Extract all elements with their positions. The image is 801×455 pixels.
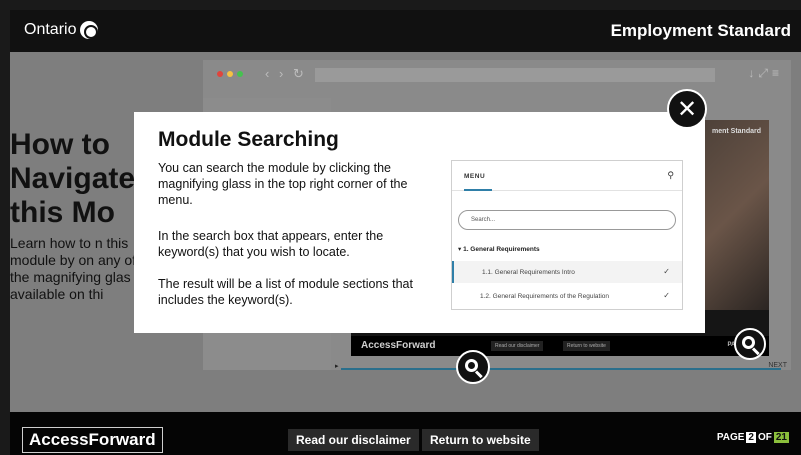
check-icon: ✓ <box>663 267 670 276</box>
dialog-paragraph: In the search box that appears, enter th… <box>158 229 384 259</box>
module-searching-dialog: Module Searching You can search the modu… <box>134 112 705 333</box>
forward-icon: › <box>279 66 284 81</box>
menu-item-label: 1.1. General Requirements Intro <box>482 269 575 276</box>
menu-search-box: Search... <box>458 210 676 230</box>
reload-icon: ↻ <box>293 66 304 81</box>
demo-footer: AccessForward Read our disclaimer Return… <box>351 336 769 356</box>
course-title: Employment Standard <box>610 21 791 40</box>
page-prefix: PAGE <box>716 432 745 443</box>
page-description: Learn how to n this module by on any of … <box>10 235 137 302</box>
menu-tab-underline <box>464 189 492 191</box>
page-indicator: PAGE 2 OF 21 <box>717 432 789 443</box>
dialog-paragraph: The result will be a list of module sect… <box>158 277 413 307</box>
demo-brand: AccessForward <box>361 340 436 351</box>
address-bar <box>315 68 715 82</box>
demo-return-button: Return to website <box>563 341 610 351</box>
yellow-dot-icon <box>227 71 233 77</box>
red-dot-icon <box>217 71 223 77</box>
search-highlight-icon <box>456 350 490 384</box>
footer-brand: AccessForward <box>22 427 163 453</box>
list-item: 1.1. General Requirements Intro ✓ <box>452 261 682 283</box>
menu-section-label: 1. General Requirements <box>463 246 540 253</box>
demo-course-title: ment Standard <box>711 128 761 135</box>
check-icon: ✓ <box>663 291 670 300</box>
window-dots <box>217 71 243 77</box>
browser-toolbar: ‹ › ↻ ↓⤢≡ <box>203 60 791 90</box>
page-of: OF <box>757 432 772 443</box>
return-to-website-button[interactable]: Return to website <box>422 429 539 451</box>
menu-label: MENU <box>464 173 486 180</box>
page-heading: How to Navigate this Mo <box>10 128 136 229</box>
menu-section-heading: ▾ 1. General Requirements <box>458 245 540 253</box>
back-icon: ‹ <box>265 66 270 81</box>
close-icon[interactable]: ✕ <box>667 89 707 129</box>
trillium-icon <box>80 21 99 39</box>
app-frame: Ontario Employment Standard How to Navig… <box>10 10 801 455</box>
page-current: 2 <box>746 432 756 443</box>
demo-next-label: NEXT <box>768 362 787 369</box>
green-dot-icon <box>237 71 243 77</box>
menu-item-label: 1.2. General Requirements of the Regulat… <box>480 293 609 300</box>
list-item: 1.2. General Requirements of the Regulat… <box>452 285 682 307</box>
search-highlight-icon <box>734 328 766 360</box>
demo-disclaimer-button: Read our disclaimer <box>491 341 544 351</box>
search-icon: ⚲ <box>667 170 674 180</box>
menu-preview-image: MENU ⚲ Search... ▾ 1. General Requiremen… <box>451 160 683 310</box>
dialog-title: Module Searching <box>158 128 339 151</box>
dialog-paragraph: You can search the module by clicking th… <box>158 161 408 207</box>
brand-label: Ontario <box>24 21 77 38</box>
footer-bar: AccessForward Read our disclaimer Return… <box>10 412 801 455</box>
browser-tools-icon: ↓⤢≡ <box>748 66 783 80</box>
top-bar: Ontario Employment Standard <box>10 10 801 52</box>
menu-preview-header: MENU ⚲ <box>452 161 682 191</box>
page-total: 21 <box>773 432 789 443</box>
read-disclaimer-button[interactable]: Read our disclaimer <box>288 429 419 451</box>
seek-bar <box>341 368 781 370</box>
ontario-logo: Ontario <box>24 21 99 39</box>
